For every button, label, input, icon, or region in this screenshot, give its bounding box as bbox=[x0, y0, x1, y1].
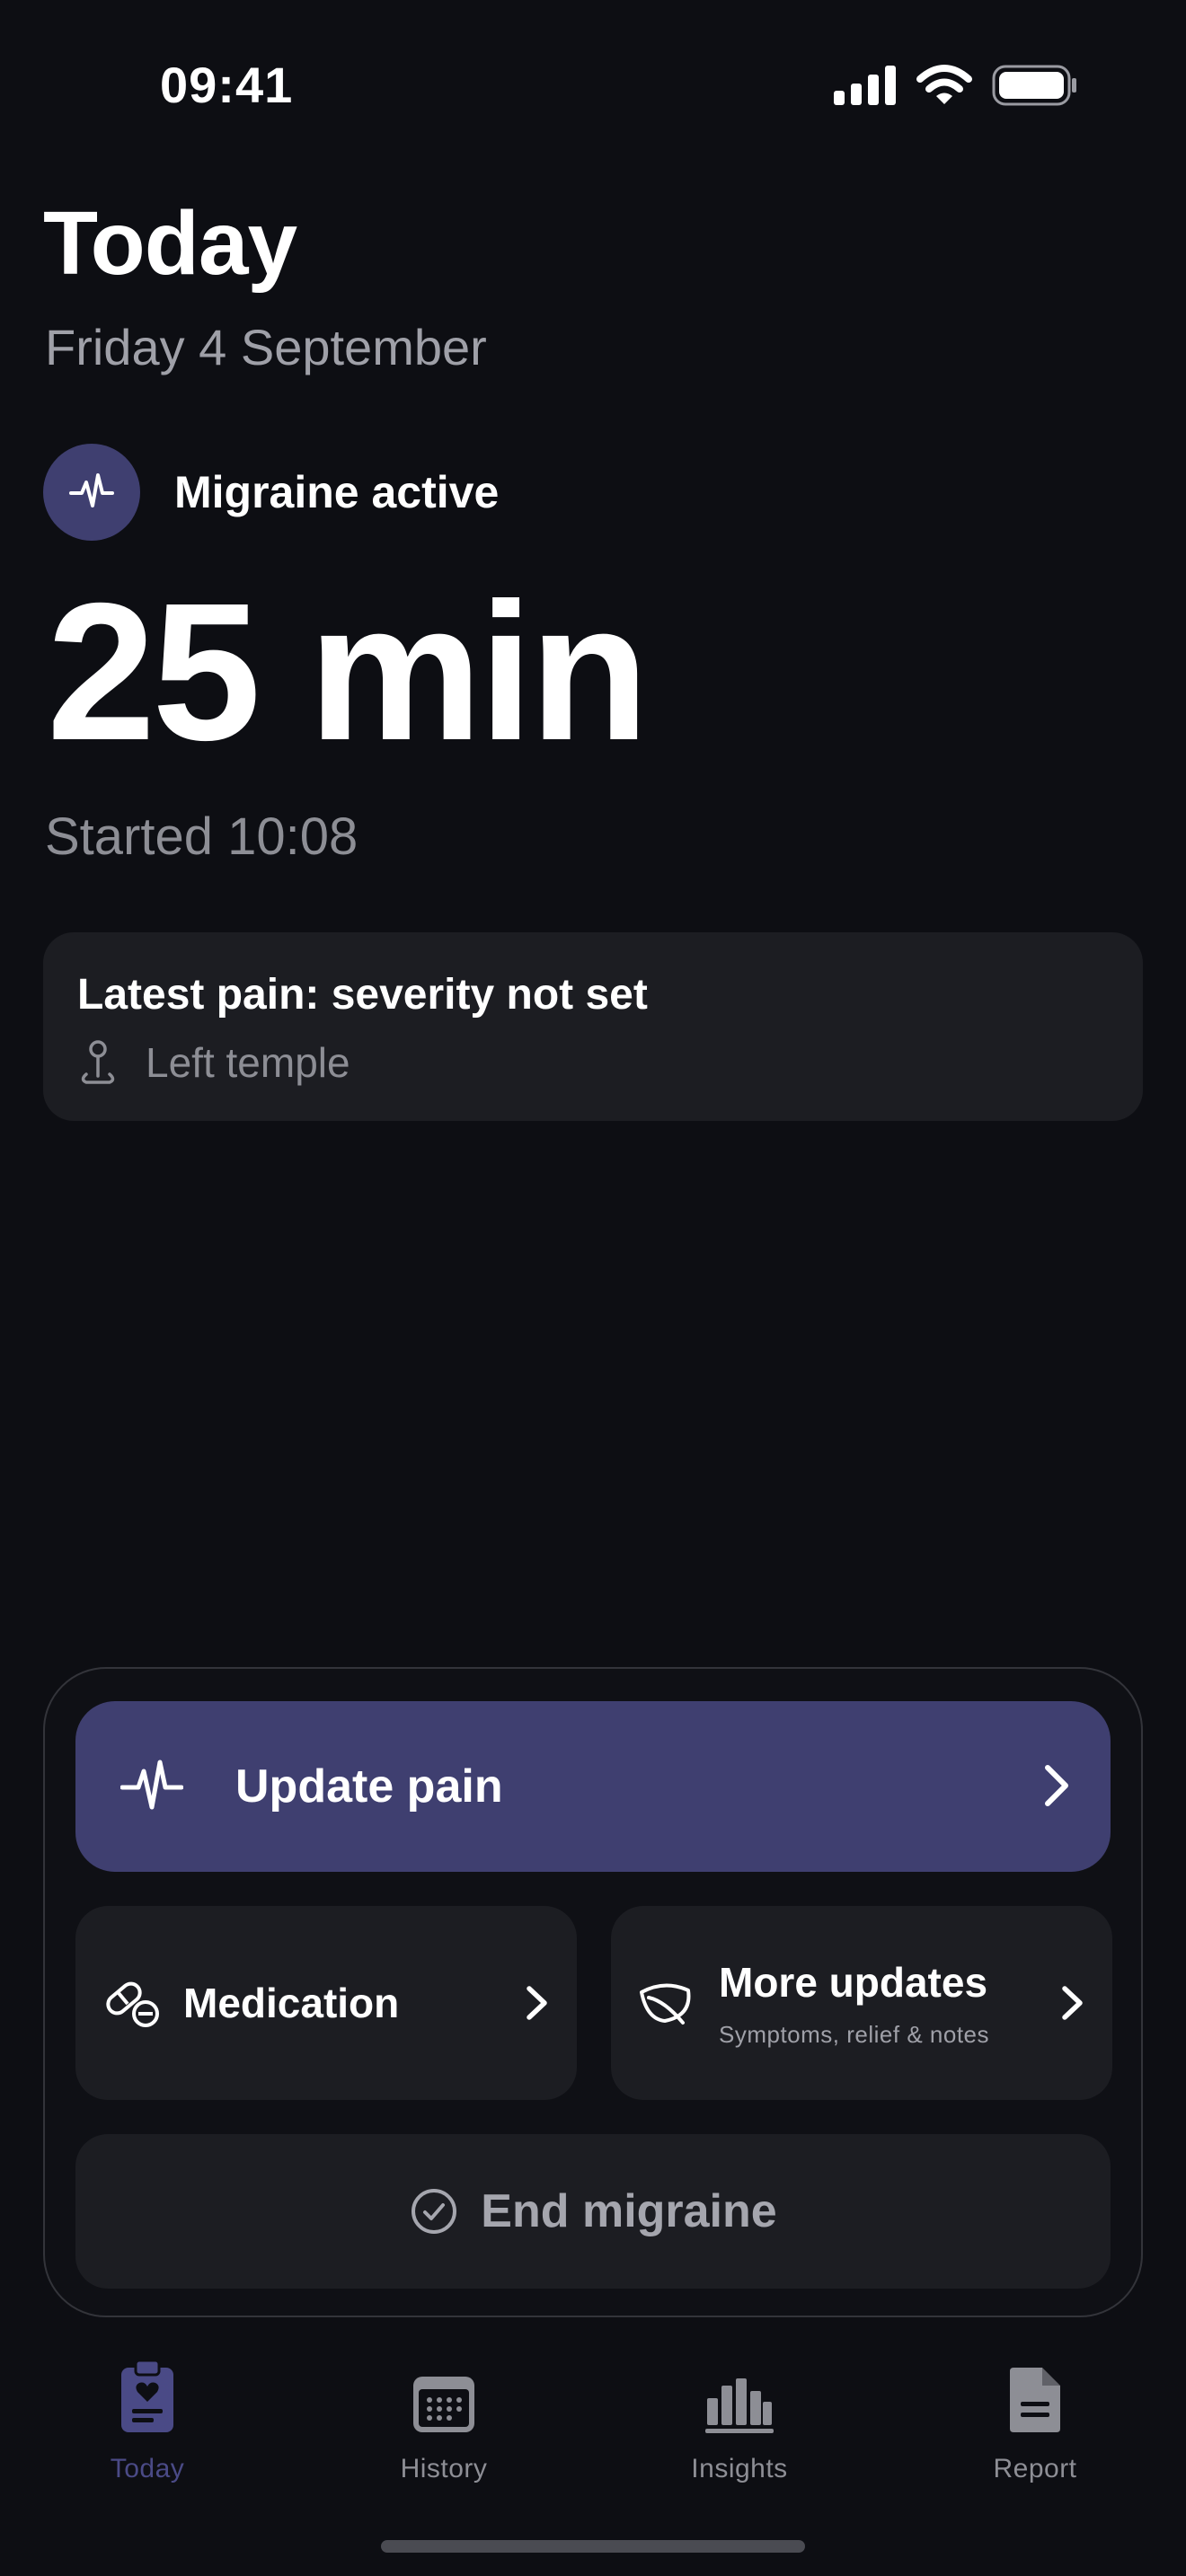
document-icon bbox=[1010, 2368, 1060, 2432]
more-updates-button[interactable]: More updates Symptoms, relief & notes bbox=[611, 1906, 1112, 2100]
tab-insights-label: Insights bbox=[691, 2454, 788, 2483]
tab-today[interactable]: Today bbox=[58, 2353, 237, 2484]
tab-history-label: History bbox=[400, 2454, 488, 2483]
check-circle-icon bbox=[412, 2189, 457, 2234]
episode-duration: 25 min bbox=[47, 563, 650, 781]
update-pain-button[interactable]: Update pain bbox=[75, 1701, 1111, 1872]
pill-icon bbox=[106, 1981, 159, 2027]
tab-report[interactable]: Report bbox=[945, 2353, 1125, 2484]
map-pin-icon bbox=[81, 1040, 115, 1084]
more-updates-label: More updates bbox=[719, 1958, 988, 2006]
pain-location-label: Left temple bbox=[146, 1039, 350, 1086]
home-indicator[interactable] bbox=[381, 2540, 805, 2553]
latest-pain-card[interactable]: Latest pain: severity not set Left templ… bbox=[43, 932, 1143, 1121]
more-updates-text: More updates Symptoms, relief & notes bbox=[719, 1958, 989, 2049]
end-migraine-button[interactable]: End migraine bbox=[75, 2134, 1111, 2289]
update-pain-label: Update pain bbox=[235, 1760, 503, 1813]
more-updates-sublabel: Symptoms, relief & notes bbox=[719, 2020, 989, 2048]
medication-button[interactable]: Medication bbox=[75, 1906, 577, 2100]
page-date: Friday 4 September bbox=[45, 319, 487, 375]
today-screen: 09:41 Today Friday 4 September Migraine … bbox=[0, 0, 1186, 2576]
medication-label: Medication bbox=[183, 1980, 400, 2026]
cellular-signal-icon bbox=[834, 66, 896, 105]
chevron-right-icon bbox=[527, 1986, 547, 2020]
status-label: Migraine active bbox=[174, 467, 500, 517]
bar-chart-icon bbox=[705, 2378, 774, 2433]
page-title: Today bbox=[43, 193, 297, 294]
status-bar-time: 09:41 bbox=[160, 57, 294, 113]
heartbeat-icon bbox=[120, 1760, 183, 1810]
heartbeat-icon bbox=[69, 473, 114, 507]
latest-pain-title: Latest pain: severity not set bbox=[77, 971, 648, 1019]
status-bar-icons bbox=[834, 65, 1078, 106]
leaf-icon bbox=[640, 1983, 691, 2025]
end-migraine-label: End migraine bbox=[481, 2185, 777, 2237]
tab-report-label: Report bbox=[993, 2454, 1077, 2483]
tab-insights[interactable]: Insights bbox=[650, 2353, 829, 2484]
tab-bar: Today History Insights Report bbox=[0, 2353, 1186, 2515]
chevron-right-icon bbox=[1062, 1986, 1083, 2020]
episode-start-time: Started 10:08 bbox=[45, 807, 358, 866]
clipboard-heart-icon bbox=[121, 2359, 173, 2432]
chevron-right-icon bbox=[1045, 1765, 1068, 1806]
calendar-icon bbox=[413, 2377, 474, 2432]
migraine-status: Migraine active bbox=[43, 444, 499, 541]
tab-today-label: Today bbox=[110, 2454, 185, 2483]
wifi-icon bbox=[916, 65, 972, 104]
status-badge bbox=[43, 444, 140, 541]
battery-icon bbox=[992, 65, 1076, 106]
pain-location: Left temple bbox=[77, 1038, 350, 1087]
tab-history[interactable]: History bbox=[354, 2353, 534, 2484]
action-panel: Update pain Medication More updates Symp… bbox=[43, 1667, 1143, 2317]
